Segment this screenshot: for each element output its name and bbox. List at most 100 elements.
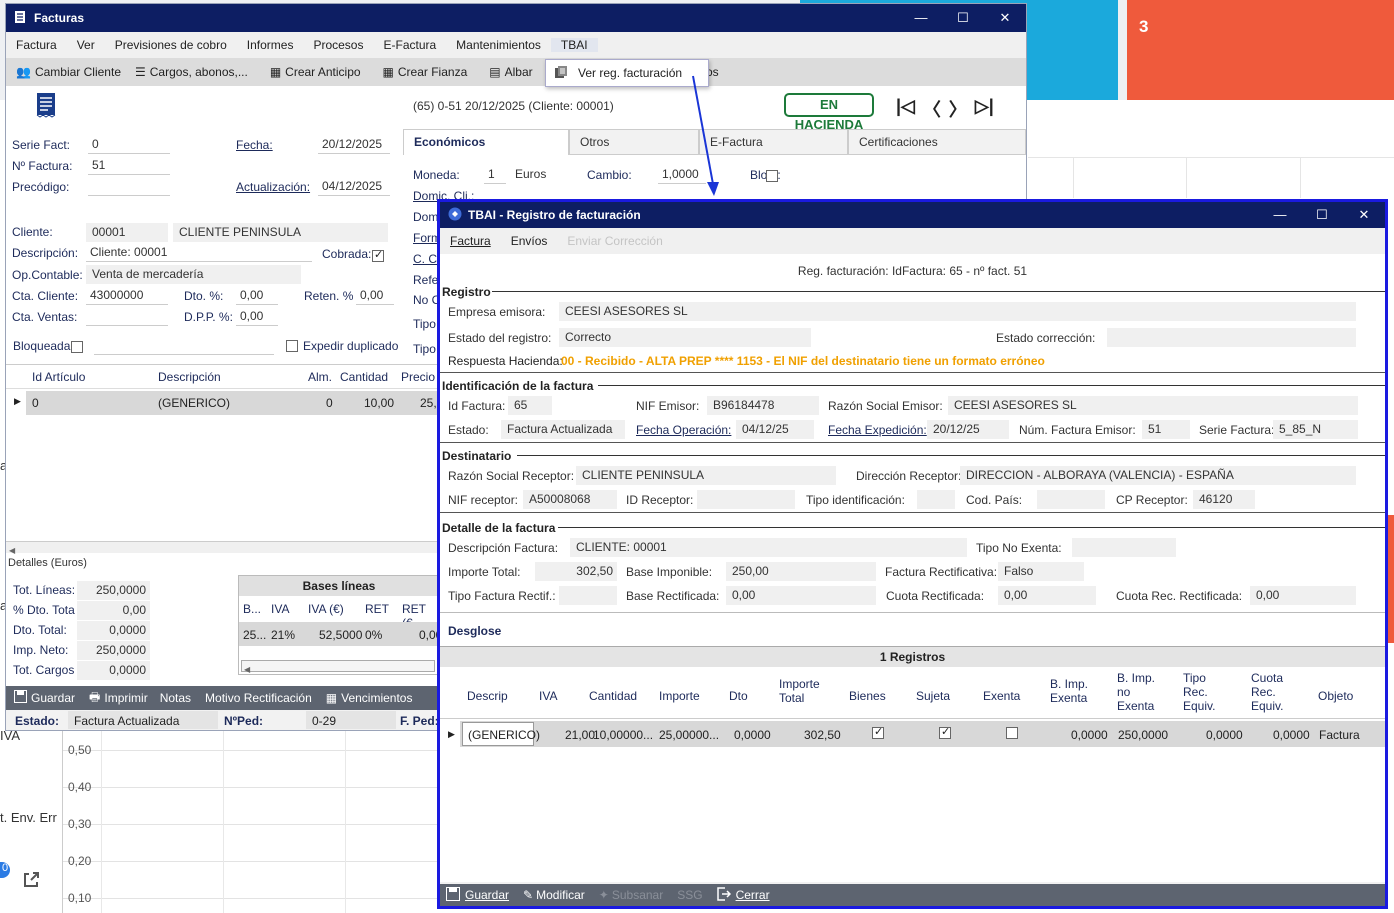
col-objeto[interactable]: Objeto (1318, 689, 1353, 703)
cliente-name-field[interactable]: CLIENTE PENINSULA (173, 223, 388, 242)
factura-rect-select[interactable]: Falso (998, 562, 1084, 581)
motivo-button[interactable]: Motivo Rectificación (205, 691, 312, 705)
col-exenta[interactable]: Exenta (983, 689, 1020, 703)
id-receptor-field[interactable] (697, 490, 795, 509)
actualizacion-field[interactable]: 04/12/2025 (318, 178, 390, 196)
menu-efactura[interactable]: E-Factura (373, 38, 446, 52)
col-alm[interactable]: Alm. (308, 370, 332, 384)
bloq-checkbox[interactable] (766, 170, 778, 182)
menu-informes[interactable]: Informes (237, 38, 304, 52)
col-iva[interactable]: IVA (539, 689, 557, 703)
modificar-button[interactable]: Modificar (536, 888, 585, 902)
empresa-field[interactable]: CEESI ASESORES SL (559, 302, 1356, 321)
expedir-checkbox[interactable] (286, 340, 298, 352)
desc-factura-field[interactable]: CLIENTE: 00001 (570, 538, 967, 557)
serie-field[interactable]: 0 (88, 136, 170, 154)
base-imponible-field[interactable]: 250,00 (726, 562, 876, 581)
actualizacion-link[interactable]: Actualización: (236, 180, 310, 194)
menu-previsiones[interactable]: Previsiones de cobro (105, 38, 237, 52)
cambiar-cliente-button[interactable]: Cambiar Cliente (35, 65, 121, 79)
notas-button[interactable]: Notas (160, 691, 191, 705)
guardar-button[interactable]: Guardar (31, 691, 75, 705)
estado-factura-field[interactable]: Factura Actualizada (501, 420, 625, 439)
tipo-factura-rect-select[interactable] (559, 586, 617, 605)
cobrada-checkbox[interactable]: ✓ (372, 249, 384, 262)
col-importe[interactable]: Importe (659, 689, 700, 703)
first-record-icon[interactable]: |◁ (896, 96, 915, 122)
fecha-operacion-link[interactable]: Fecha Operación: (636, 423, 731, 437)
next-record-icon[interactable]: 〉 (949, 96, 967, 122)
crear-fianza-button[interactable]: Crear Fianza (398, 65, 467, 79)
fecha-operacion-field[interactable]: 04/12/25 (736, 420, 814, 439)
nfactura-field[interactable]: 51 (88, 157, 170, 175)
prev-record-icon[interactable]: 〈 (923, 96, 941, 122)
tipo-identificacion-field[interactable] (917, 490, 955, 509)
fecha-expedicion-link[interactable]: Fecha Expedición: (828, 423, 927, 437)
minimize-button[interactable]: — (1259, 207, 1301, 223)
col-idarticulo[interactable]: Id Artículo (32, 370, 85, 384)
col-descripcion[interactable]: Descripción (158, 370, 221, 384)
direccion-receptor-field[interactable]: DIRECCION - ALBORAYA (VALENCIA) - ESPAÑA (960, 466, 1356, 485)
tab-certificaciones[interactable]: Certificaciones (848, 129, 1026, 155)
idfactura-field[interactable]: 65 (508, 396, 552, 415)
external-link-icon[interactable] (22, 871, 40, 889)
cerrar-button[interactable]: Cerrar (736, 888, 770, 902)
menu-procesos[interactable]: Procesos (303, 38, 373, 52)
col-importe-total[interactable]: Importe Total (779, 677, 835, 705)
ctacliente-select[interactable]: 43000000 (86, 287, 168, 305)
moneda-code[interactable]: 1 (484, 166, 506, 184)
tab-economicos[interactable]: Económicos (403, 129, 569, 155)
base-rect-field[interactable]: 0,00 (726, 586, 876, 605)
cuota-rect-field[interactable]: 0,00 (998, 586, 1096, 605)
dpp-field[interactable]: 0,00 (236, 308, 278, 326)
close-button[interactable]: ✕ (984, 10, 1026, 26)
fecha-link[interactable]: Fecha: (236, 138, 273, 152)
nif-emisor-field[interactable]: B96184478 (707, 396, 819, 415)
bloqueada-select[interactable] (94, 337, 274, 355)
descripcion-field[interactable]: Cliente: 00001 (86, 244, 312, 262)
estado-correccion-field[interactable] (1107, 328, 1356, 347)
lines-scrollbar[interactable]: ◀ (6, 541, 438, 555)
tipo-no-exenta-select[interactable] (1072, 538, 1176, 557)
col-tipo-rec[interactable]: Tipo Rec. Equiv. (1183, 671, 1233, 713)
col-precio[interactable]: Precio (401, 370, 435, 384)
menu-mantenimientos[interactable]: Mantenimientos (446, 38, 551, 52)
ver-reg-facturacion-item[interactable]: Ver reg. facturación (578, 66, 682, 80)
nif-receptor-field[interactable]: A50008068 (523, 490, 617, 509)
col-descrip[interactable]: Descrip (467, 689, 508, 703)
vencimientos-button[interactable]: Vencimientos (341, 691, 412, 705)
row-expand-icon[interactable]: ▶ (448, 729, 455, 740)
menu-envios[interactable]: Envíos (501, 234, 558, 248)
num-factura-field[interactable]: 51 (1142, 420, 1190, 439)
cargos-button[interactable]: Cargos, abonos,... (150, 65, 248, 79)
sujeta-checkbox[interactable]: ✓ (939, 726, 951, 739)
razon-receptor-field[interactable]: CLIENTE PENINSULA (576, 466, 836, 485)
col-bimp-no-exenta[interactable]: B. Imp. no Exenta (1117, 671, 1167, 713)
bases-scrollbar[interactable]: ◀ (241, 660, 435, 674)
col-sujeta[interactable]: Sujeta (916, 689, 950, 703)
imprimir-button[interactable]: Imprimir (104, 691, 147, 705)
cc-link[interactable]: C. C (413, 252, 437, 266)
cod-pais-field[interactable] (1037, 490, 1105, 509)
col-bienes[interactable]: Bienes (849, 689, 886, 703)
col-dto[interactable]: Dto (729, 689, 748, 703)
menu-factura[interactable]: Factura (440, 234, 501, 248)
col-cantidad[interactable]: Cantidad (589, 689, 637, 703)
ctaventas-select[interactable] (86, 308, 168, 326)
serie-factura-field[interactable]: 5_85_N (1273, 420, 1358, 439)
menu-factura[interactable]: Factura (6, 38, 67, 52)
maximize-button[interactable]: ☐ (942, 10, 984, 26)
col-cantidad[interactable]: Cantidad (340, 370, 388, 384)
estado-registro-field[interactable]: Correcto (559, 328, 811, 347)
guardar-button[interactable]: Guardar (465, 888, 509, 902)
fecha-field[interactable]: 20/12/2025 (318, 136, 390, 154)
importe-total-field[interactable]: 302,50 (535, 562, 617, 581)
albaran-button[interactable]: Albar (505, 65, 533, 79)
col-cuota-rec[interactable]: Cuota Rec. Equiv. (1251, 671, 1301, 713)
bloqueada-checkbox[interactable] (71, 341, 83, 353)
col-bimp-exenta[interactable]: B. Imp. Exenta (1050, 677, 1100, 705)
cuota-rec-rect-field[interactable]: 0,00 (1250, 586, 1356, 605)
precodigo-field[interactable] (88, 178, 170, 196)
minimize-button[interactable]: — (900, 10, 942, 26)
dto-field[interactable]: 0,00 (236, 287, 278, 305)
